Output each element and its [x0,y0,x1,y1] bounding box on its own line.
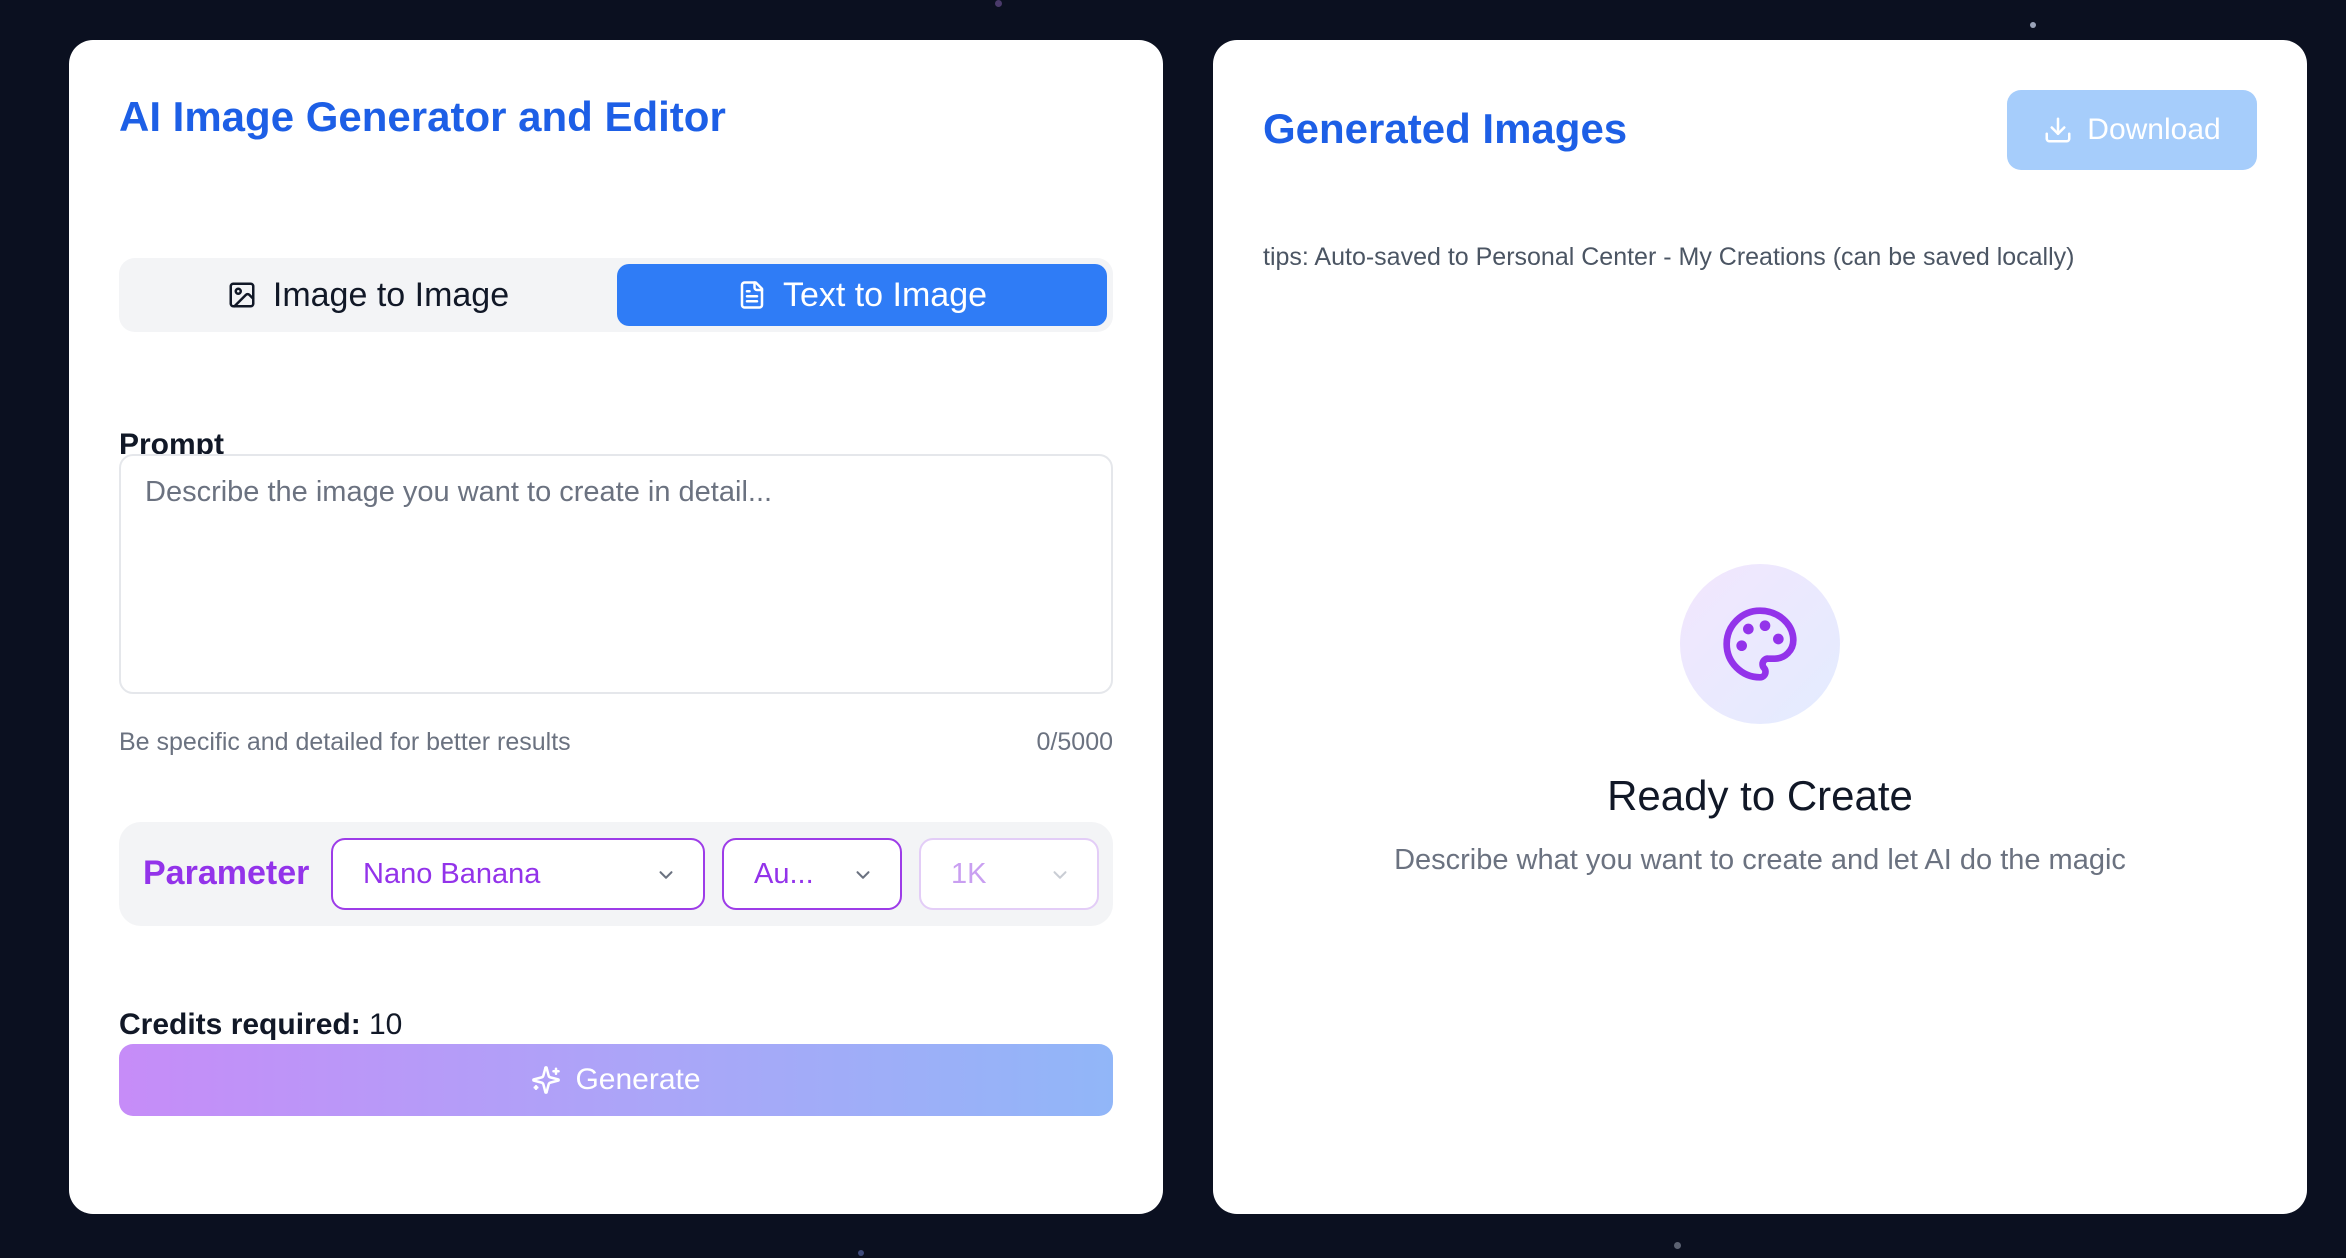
tab-label: Image to Image [272,275,510,314]
character-count: 0/5000 [1036,728,1113,756]
tab-text-to-image[interactable]: Text to Image [617,264,1107,326]
tab-image-to-image[interactable]: Image to Image [125,264,611,326]
generate-button-label: Generate [575,1063,701,1096]
background-star [995,0,1002,7]
empty-state-title: Ready to Create [1607,772,1913,819]
download-button[interactable]: Download [2007,90,2257,170]
editor-panel: AI Image Generator and Editor Image to I… [69,40,1163,1214]
results-title: Generated Images [1263,105,1628,152]
chevron-down-icon [1053,871,1067,879]
parameter-bar: Parameter Nano Banana Au... 1K [119,822,1113,926]
background-star [2030,22,2036,28]
model-select-value: Nano Banana [363,857,541,890]
model-select[interactable]: Nano Banana [331,838,705,910]
background-star [858,1250,864,1256]
page-title: AI Image Generator and Editor [119,93,726,140]
palette-icon [1723,607,1797,681]
download-icon [2045,117,2071,143]
tab-label: Text to Image [782,275,988,314]
empty-state-icon-badge [1680,564,1840,724]
document-icon [740,281,764,309]
results-panel: Generated Images Download tips: Auto-sav… [1213,40,2307,1214]
background-star [1674,1242,1681,1249]
aspect-ratio-select-value: Au... [754,857,814,890]
resolution-select[interactable]: 1K [919,838,1099,910]
chevron-down-icon [659,871,673,879]
credits-label: Credits required: [119,1008,361,1041]
prompt-input[interactable] [119,454,1113,694]
prompt-hint: Be specific and detailed for better resu… [119,728,571,756]
image-icon [229,282,255,308]
tips-text: tips: Auto-saved to Personal Center - My… [1263,243,2075,271]
resolution-select-value: 1K [951,857,987,890]
aspect-ratio-select[interactable]: Au... [722,838,902,910]
download-button-label: Download [2087,113,2221,146]
mode-tabs: Image to Image Text to Image [119,258,1113,332]
credits-value: 10 [369,1008,403,1041]
sparkles-icon [532,1066,561,1094]
generate-button[interactable]: Generate [119,1044,1113,1116]
chevron-down-icon [856,871,870,879]
empty-state-subtitle: Describe what you want to create and let… [1394,844,2126,876]
parameter-label: Parameter [143,854,310,892]
